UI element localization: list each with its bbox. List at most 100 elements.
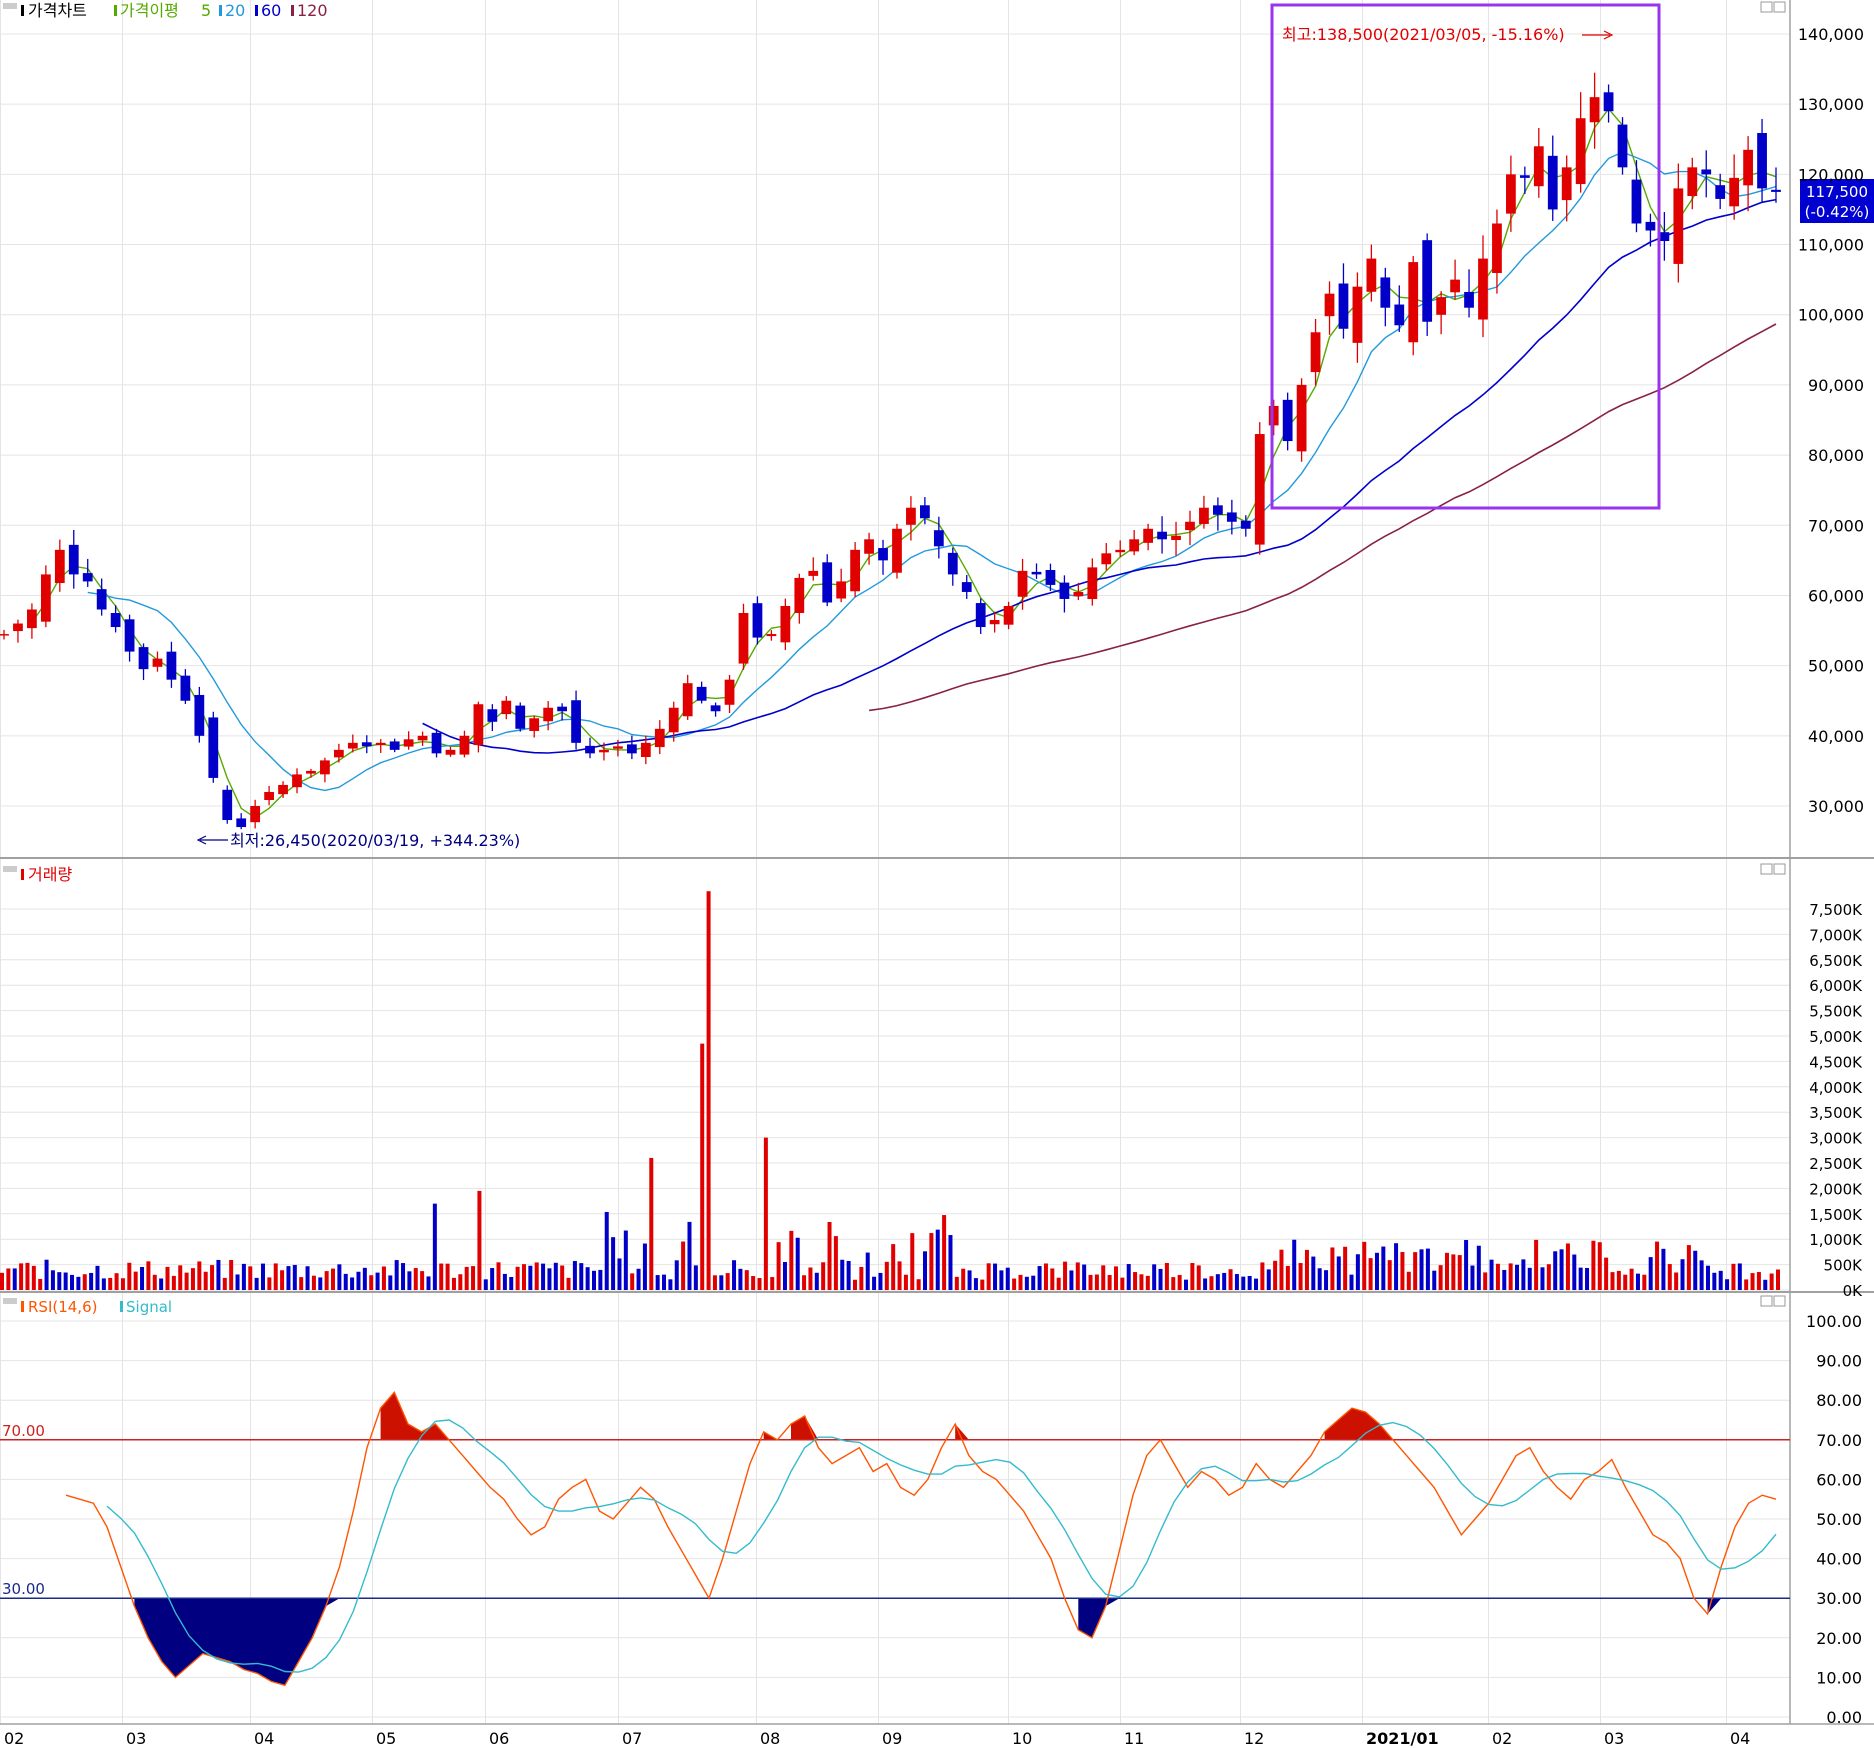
volume-bar — [108, 1277, 113, 1290]
volume-bar — [197, 1261, 202, 1290]
price-tick-label: 30,000 — [1808, 797, 1864, 816]
volume-bar — [381, 1266, 386, 1290]
volume-bar — [916, 1279, 921, 1290]
volume-bar — [1565, 1243, 1570, 1290]
legend-rsi: RSI(14,6) — [28, 1298, 97, 1316]
candle-body — [822, 562, 833, 603]
volume-bar — [343, 1273, 348, 1290]
candle-body — [668, 707, 679, 733]
candle-body — [459, 735, 470, 755]
candle-body — [124, 619, 135, 652]
candle-body — [445, 749, 456, 755]
volume-tick-label: 500K — [1824, 1257, 1864, 1275]
price-tick-label: 50,000 — [1808, 657, 1864, 676]
volume-bar — [229, 1259, 234, 1290]
volume-bar — [757, 1278, 762, 1290]
volume-bar — [1063, 1261, 1068, 1290]
candle-body — [585, 745, 595, 754]
low-annotation: 최저:26,450(2020/03/19, +344.23%) — [230, 831, 520, 850]
volume-bar — [1190, 1263, 1195, 1290]
candle-body — [487, 709, 498, 722]
volume-bar — [1177, 1274, 1182, 1290]
volume-bar — [292, 1264, 297, 1290]
volume-bar — [1184, 1279, 1188, 1290]
price-tick-label: 120,000 — [1798, 165, 1864, 184]
volume-tick-label: 5,500K — [1809, 1003, 1863, 1021]
candle-body — [1073, 591, 1084, 597]
volume-bar — [1674, 1272, 1679, 1290]
volume-bar — [331, 1268, 336, 1290]
candle-body — [110, 613, 121, 628]
candle-body — [152, 658, 163, 667]
volume-bar — [178, 1265, 183, 1290]
candle-body — [375, 742, 386, 746]
volume-bar — [878, 1272, 883, 1290]
volume-bar — [1725, 1279, 1730, 1290]
volume-bar — [19, 1263, 24, 1290]
volume-bar — [1591, 1240, 1596, 1290]
candle-body — [850, 549, 861, 592]
candle-body — [543, 707, 554, 722]
close-icon — [1773, 1295, 1786, 1307]
volume-bar — [1362, 1241, 1367, 1290]
candle-body — [1282, 399, 1293, 442]
candle-body — [208, 717, 219, 778]
volume-bar — [1196, 1265, 1201, 1290]
volume-bar — [1610, 1272, 1615, 1290]
volume-bar — [1203, 1278, 1208, 1290]
candle-body — [1603, 92, 1614, 112]
volume-bar — [1661, 1248, 1666, 1290]
volume-bar — [897, 1261, 902, 1290]
volume-bar — [12, 1268, 17, 1290]
price-tick-label: 100,000 — [1798, 306, 1864, 325]
volume-bar — [1457, 1255, 1462, 1290]
volume-bar — [190, 1268, 195, 1290]
volume-bar — [483, 1279, 488, 1290]
candle-body — [194, 694, 205, 736]
volume-bar — [604, 1211, 609, 1290]
close-icon — [1773, 1, 1786, 13]
volume-bar — [1667, 1264, 1672, 1290]
candle-body — [780, 605, 791, 643]
volume-bar — [681, 1241, 686, 1290]
candle-body — [1575, 118, 1586, 185]
volume-bar — [1343, 1246, 1348, 1290]
volume-bar — [1483, 1272, 1488, 1290]
volume-bar — [1585, 1267, 1590, 1290]
volume-bar — [1082, 1264, 1087, 1290]
volume-bar — [1489, 1259, 1494, 1290]
volume-bar — [1387, 1260, 1392, 1290]
volume-bar — [451, 1277, 456, 1290]
rsi-tick-label: 70.00 — [1816, 1431, 1862, 1450]
volume-bar — [655, 1275, 660, 1290]
candle-body — [682, 683, 693, 717]
volume-bar — [1642, 1274, 1647, 1290]
volume-bar — [980, 1279, 985, 1290]
volume-bar — [1502, 1269, 1507, 1290]
price-tick-label: 70,000 — [1808, 516, 1864, 535]
candle-body — [1143, 528, 1154, 543]
volume-bar — [1444, 1252, 1449, 1290]
volume-bar — [999, 1270, 1004, 1290]
volume-bar — [248, 1266, 253, 1290]
volume-bar — [413, 1268, 418, 1290]
volume-bar — [25, 1262, 30, 1290]
volume-bar — [1355, 1254, 1360, 1290]
candle-body — [473, 704, 484, 746]
volume-bar — [280, 1270, 285, 1290]
volume-bar — [299, 1277, 304, 1290]
candle-body — [906, 507, 916, 525]
volume-bar — [171, 1275, 176, 1290]
volume-bar — [521, 1264, 526, 1290]
volume-tick-label: 7,000K — [1809, 926, 1863, 944]
volume-bar — [649, 1157, 654, 1290]
volume-bar — [1349, 1274, 1354, 1290]
volume-bar — [1540, 1267, 1545, 1290]
candle-body — [250, 806, 261, 823]
volume-bar — [1438, 1265, 1443, 1290]
x-tick-label: 12 — [1244, 1729, 1264, 1748]
volume-bar — [502, 1273, 507, 1290]
candle-body — [96, 589, 107, 610]
volume-bar — [744, 1270, 749, 1290]
volume-bar — [1215, 1274, 1220, 1290]
